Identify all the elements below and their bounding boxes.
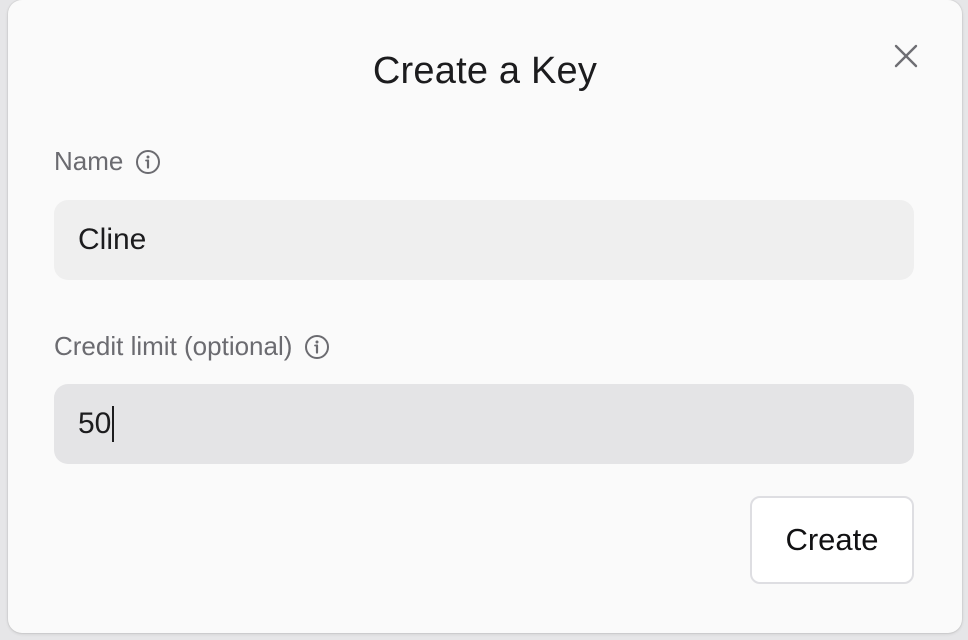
create-key-dialog: Create a Key Name Cline Credit limit (op…: [8, 0, 962, 633]
info-icon[interactable]: [135, 149, 161, 175]
info-icon[interactable]: [304, 334, 330, 360]
dialog-title: Create a Key: [372, 50, 598, 92]
name-input[interactable]: Cline: [54, 200, 914, 280]
text-caret: [112, 406, 115, 442]
name-field-label: Name: [54, 146, 161, 177]
credit-limit-input-value: 50: [78, 407, 112, 440]
credit-limit-field-label: Credit limit (optional): [54, 331, 330, 362]
credit-limit-label-text: Credit limit (optional): [54, 331, 293, 361]
name-label-text: Name: [54, 146, 124, 176]
close-icon: [894, 44, 918, 68]
close-button[interactable]: [890, 40, 922, 72]
name-input-value: Cline: [78, 223, 147, 256]
create-button[interactable]: Create: [750, 496, 914, 584]
credit-limit-input[interactable]: 50: [54, 384, 914, 464]
